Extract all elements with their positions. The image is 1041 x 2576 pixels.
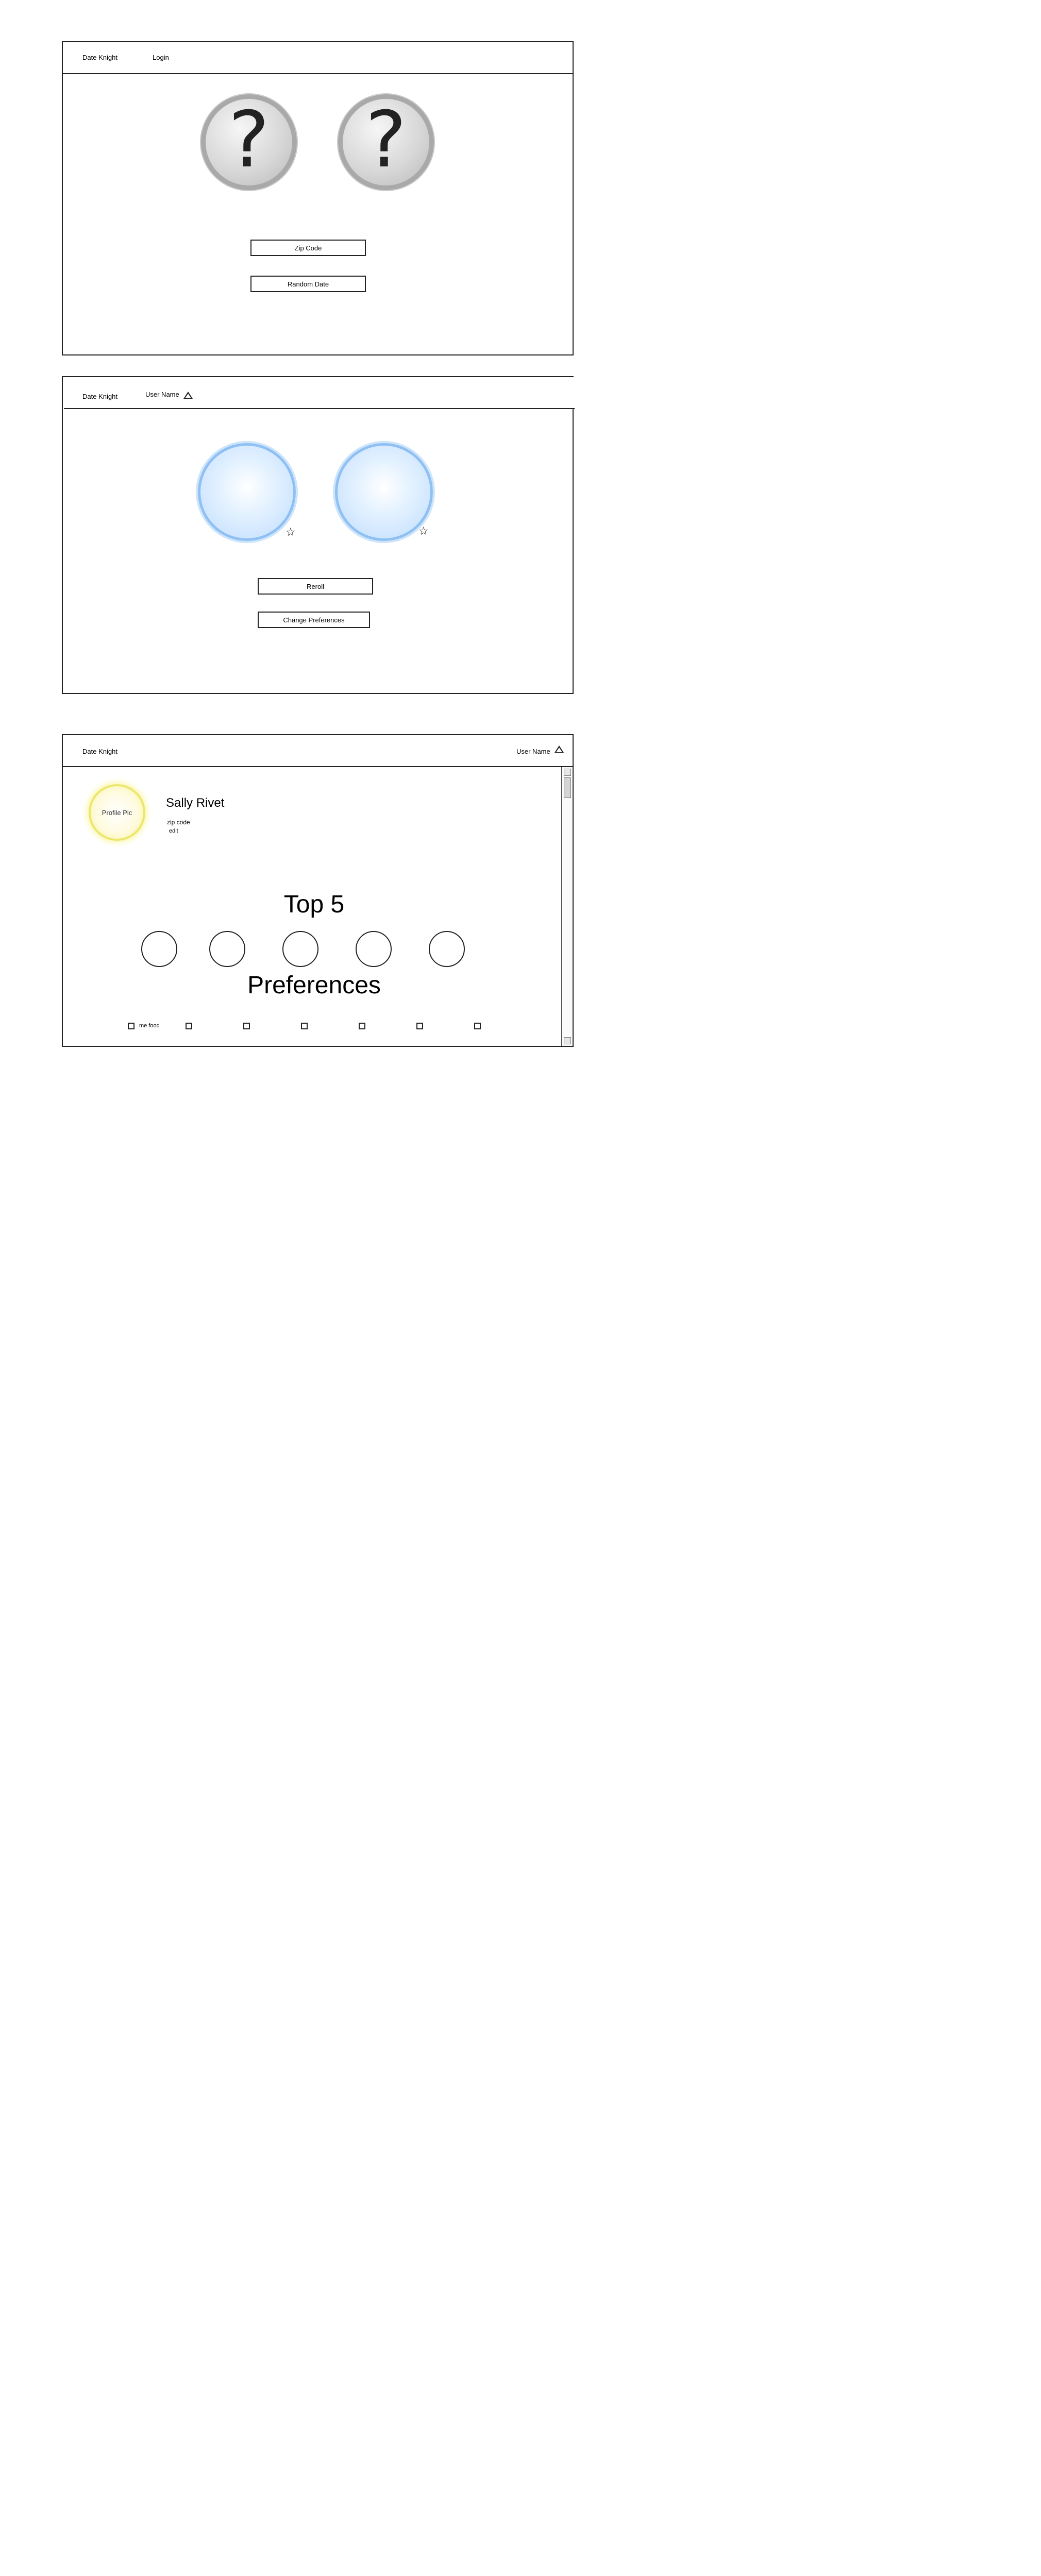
zip-code-text: zip code xyxy=(167,819,190,826)
top5-slot-2[interactable] xyxy=(209,931,245,967)
top5-slot-4[interactable] xyxy=(356,931,392,967)
preference-option[interactable]: me food xyxy=(128,1023,169,1031)
scroll-down-arrow[interactable] xyxy=(564,1037,571,1044)
preference-label: me food xyxy=(139,1023,160,1029)
question-mark-icon: ? xyxy=(228,95,270,185)
zip-code-button[interactable]: Zip Code xyxy=(250,240,366,256)
top5-slot-1[interactable] xyxy=(141,931,177,967)
preference-checkbox-2[interactable] xyxy=(186,1023,192,1029)
top5-title: Top 5 xyxy=(283,891,345,918)
preference-checkbox-4[interactable] xyxy=(301,1023,308,1029)
preference-checkbox-7[interactable] xyxy=(474,1023,481,1029)
user-menu-triangle-icon[interactable] xyxy=(555,745,564,753)
profile-name: Sally Rivet xyxy=(166,796,225,810)
random-date-button[interactable]: Random Date xyxy=(250,276,366,292)
change-preferences-button[interactable]: Change Preferences xyxy=(258,612,370,628)
mystery-date-orb-left[interactable]: ? xyxy=(201,94,297,190)
login-link[interactable]: Login xyxy=(153,54,169,61)
date-match-orb-left[interactable] xyxy=(198,443,296,541)
top-nav-bar: Date Knight User Name xyxy=(64,377,575,409)
profile-picture[interactable]: Profile Pic xyxy=(89,784,145,841)
brand-link[interactable]: Date Knight xyxy=(82,748,117,755)
profile-pic-label: Profile Pic xyxy=(102,808,132,817)
user-name-menu[interactable]: User Name xyxy=(516,748,550,755)
edit-link[interactable]: edit xyxy=(169,828,178,834)
scroll-up-arrow[interactable] xyxy=(564,769,571,776)
top5-slot-5[interactable] xyxy=(429,931,465,967)
vertical-scrollbar[interactable] xyxy=(561,767,573,1046)
brand-link[interactable]: Date Knight xyxy=(82,393,117,400)
favorite-star-icon[interactable]: ☆ xyxy=(418,526,429,537)
preference-checkbox-6[interactable] xyxy=(416,1023,423,1029)
landing-screen: Date Knight Login ? ? Zip Code Random Da… xyxy=(62,41,574,355)
top-nav-bar: Date Knight Login xyxy=(63,42,573,74)
scroll-thumb[interactable] xyxy=(564,777,571,798)
user-menu-triangle-icon[interactable] xyxy=(183,392,193,399)
reroll-button[interactable]: Reroll xyxy=(258,578,373,595)
mystery-date-orb-right[interactable]: ? xyxy=(338,94,434,190)
preferences-title: Preferences xyxy=(247,972,381,999)
top-nav-bar: Date Knight User Name xyxy=(63,735,573,767)
results-screen: Date Knight User Name ☆ ☆ Reroll Change … xyxy=(62,376,575,694)
question-mark-icon: ? xyxy=(365,95,407,185)
profile-screen: Date Knight User Name Profile Pic Sally … xyxy=(62,734,574,1047)
brand-link[interactable]: Date Knight xyxy=(82,54,117,61)
user-name-menu[interactable]: User Name xyxy=(145,391,179,398)
checkbox-icon[interactable] xyxy=(128,1023,135,1029)
top5-slot-3[interactable] xyxy=(282,931,318,967)
favorite-star-icon[interactable]: ☆ xyxy=(286,527,296,538)
preference-checkbox-5[interactable] xyxy=(359,1023,365,1029)
preference-checkbox-3[interactable] xyxy=(243,1023,250,1029)
